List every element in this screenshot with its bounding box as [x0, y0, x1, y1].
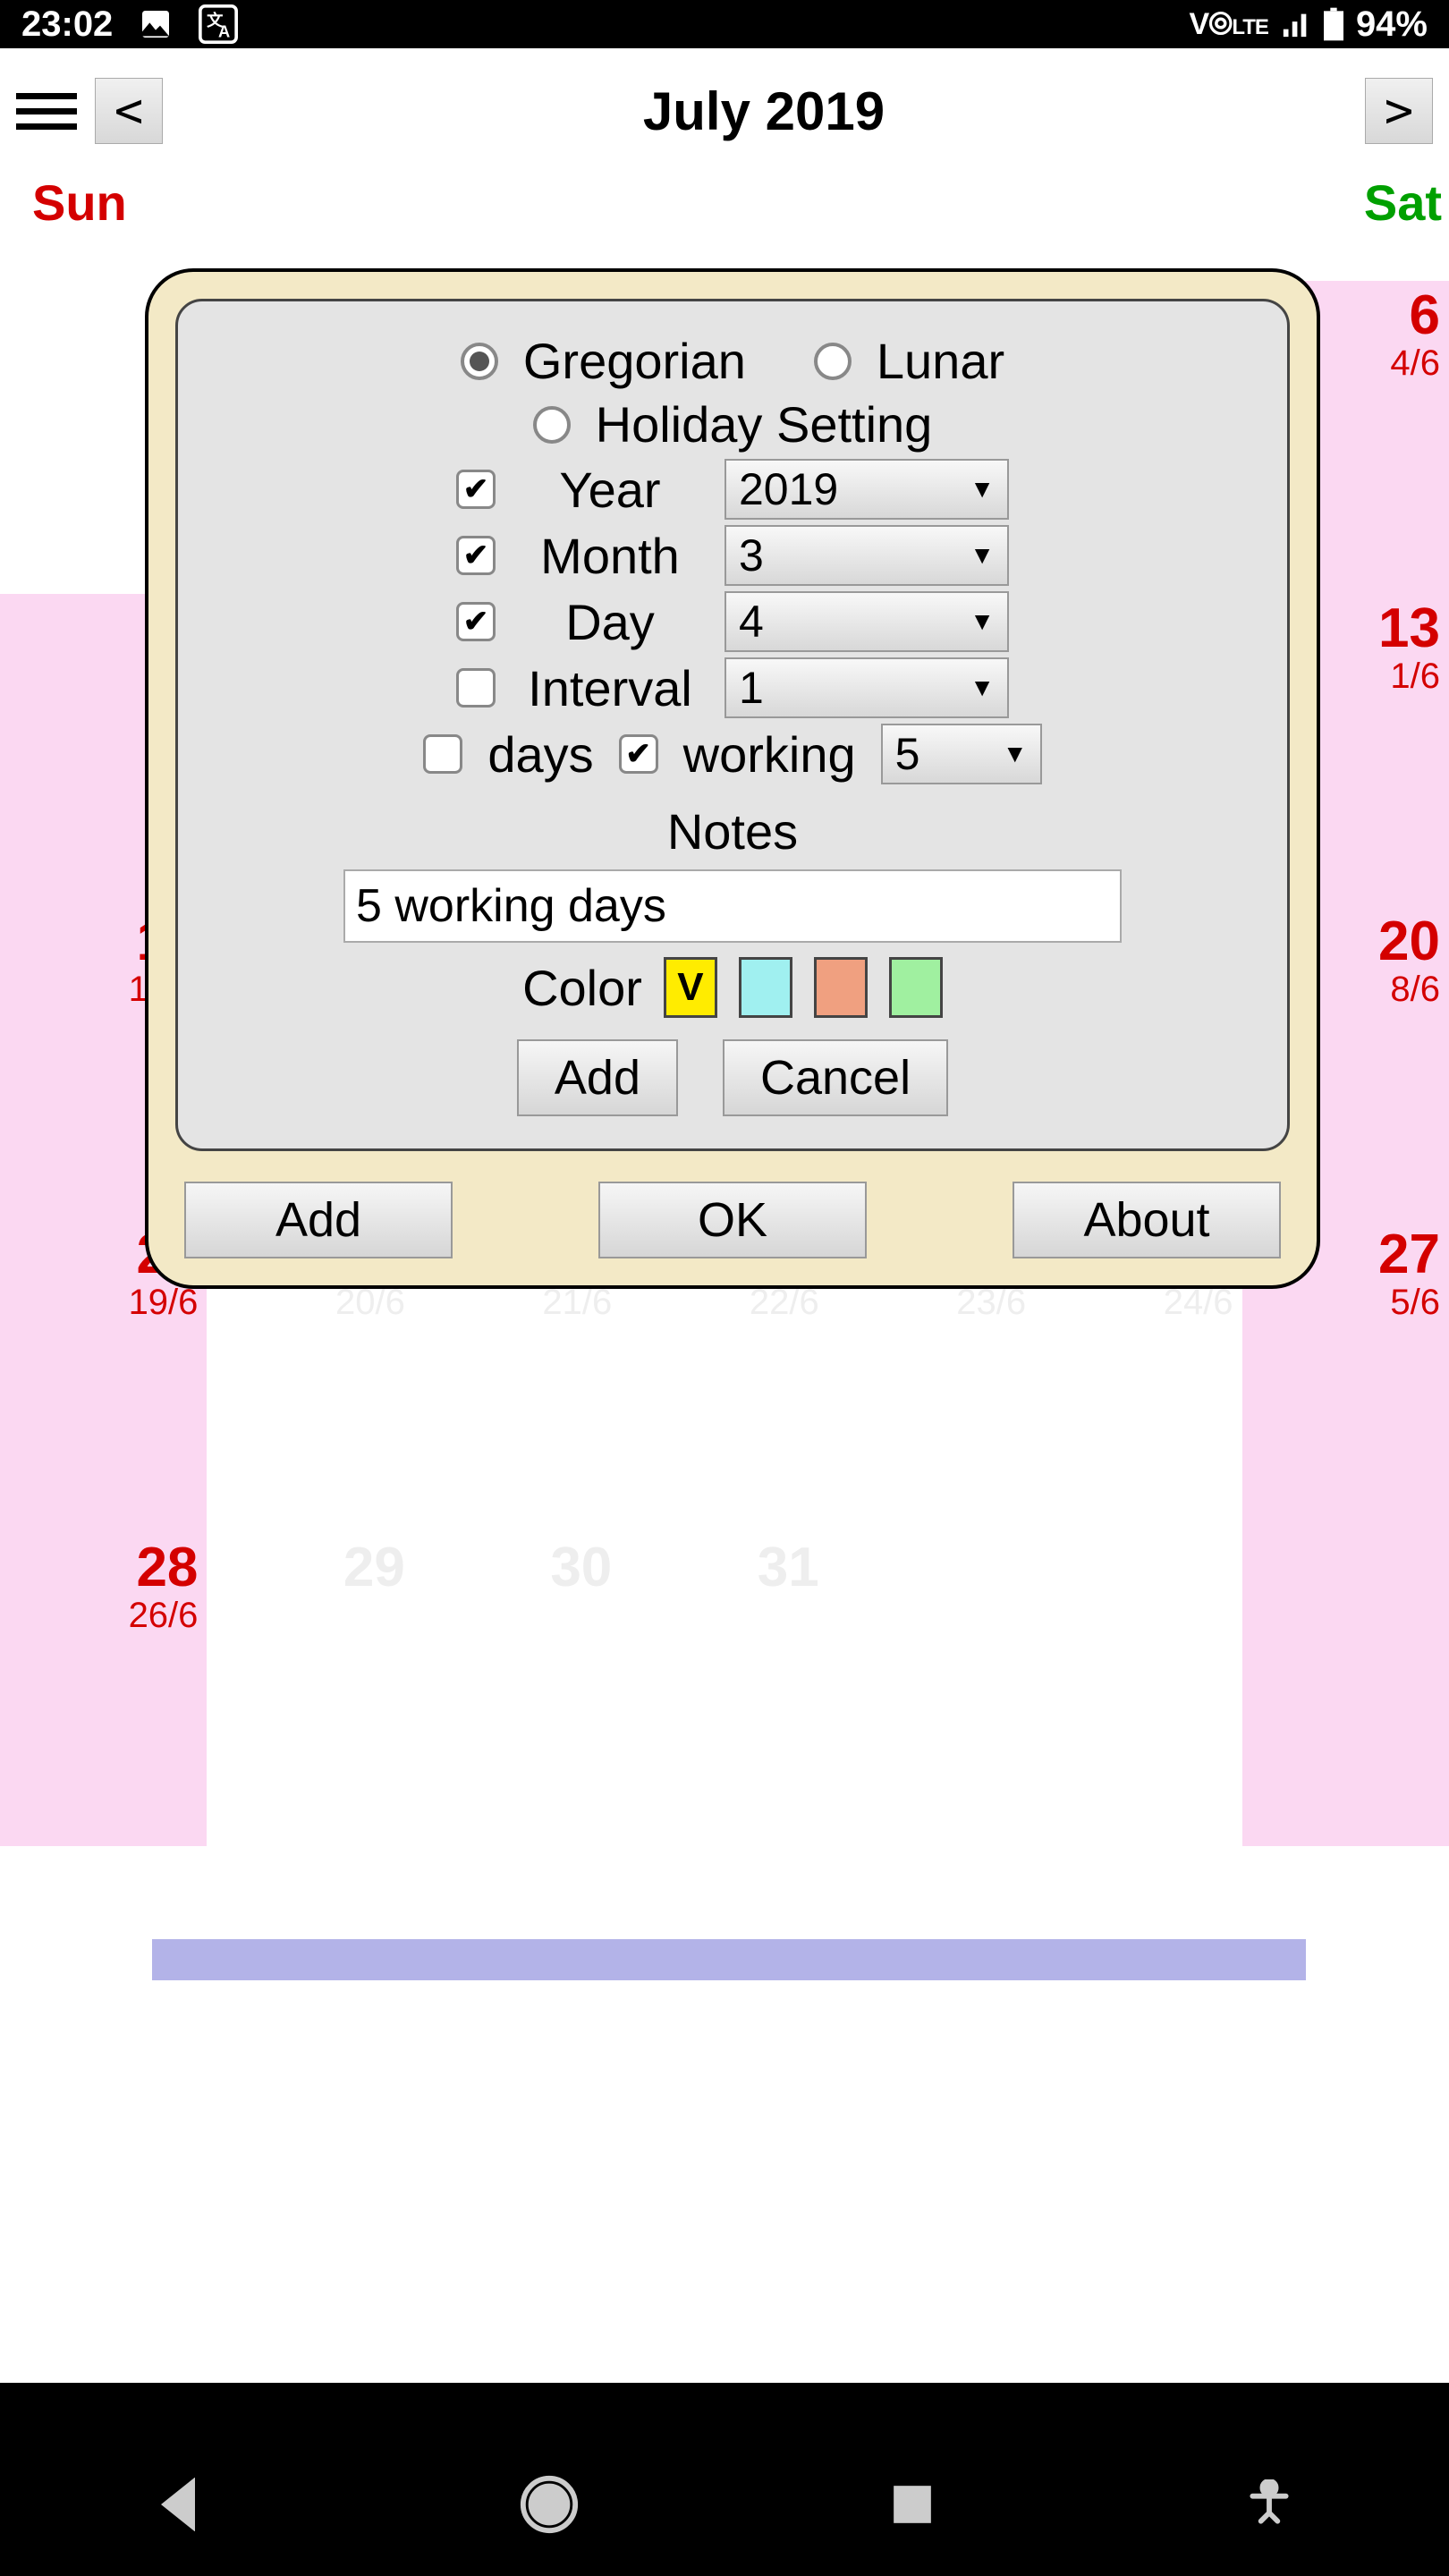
radio-gregorian[interactable]: [461, 343, 498, 380]
weekday-sun: Sun: [0, 174, 127, 232]
checkbox-days[interactable]: [423, 734, 462, 774]
purple-strip: [152, 1939, 1306, 1980]
prev-month-button[interactable]: <: [95, 78, 163, 144]
cal-cell[interactable]: [1035, 1533, 1241, 1846]
color-swatch-cyan[interactable]: [739, 957, 792, 1018]
dialog-ok-button[interactable]: OK: [598, 1182, 867, 1258]
checkbox-month[interactable]: [456, 536, 496, 575]
label-color: Color: [522, 959, 642, 1017]
menu-icon[interactable]: [16, 80, 77, 141]
dialog-about-button[interactable]: About: [1013, 1182, 1281, 1258]
android-navbar: [0, 2433, 1449, 2576]
next-month-button[interactable]: >: [1365, 78, 1433, 144]
checkbox-interval[interactable]: [456, 668, 496, 708]
battery-icon: [1324, 7, 1343, 41]
checkbox-year[interactable]: [456, 470, 496, 509]
label-days: days: [487, 725, 593, 784]
label-month: Month: [521, 527, 699, 585]
month-title: July 2019: [181, 80, 1347, 142]
select-interval[interactable]: 1: [724, 657, 1009, 718]
translate-icon: 文A: [199, 4, 238, 44]
cal-cell[interactable]: 2826/6: [0, 1533, 207, 1846]
label-gregorian: Gregorian: [523, 332, 746, 390]
accessibility-icon[interactable]: [1244, 2479, 1294, 2529]
svg-text:A: A: [218, 22, 230, 41]
color-swatch-salmon[interactable]: [814, 957, 868, 1018]
app-header: < July 2019 >: [0, 48, 1449, 174]
cal-cell[interactable]: 31: [621, 1533, 827, 1846]
cal-cell[interactable]: 30: [414, 1533, 621, 1846]
black-spacer: [0, 2383, 1449, 2433]
select-year[interactable]: 2019: [724, 459, 1009, 520]
radio-holiday[interactable]: [533, 406, 571, 444]
select-day[interactable]: 4: [724, 591, 1009, 652]
label-year: Year: [521, 461, 699, 519]
label-lunar: Lunar: [877, 332, 1004, 390]
image-icon: [138, 6, 174, 42]
event-dialog: Gregorian Lunar Holiday Setting Year 201…: [145, 268, 1320, 1289]
label-working: working: [683, 725, 856, 784]
label-notes: Notes: [199, 802, 1266, 860]
cal-cell[interactable]: 29: [207, 1533, 413, 1846]
android-status-bar: 23:02 文A V⦾LTE 94%: [0, 0, 1449, 48]
volte-icon: V⦾LTE: [1190, 7, 1268, 42]
cal-cell[interactable]: [828, 1533, 1035, 1846]
back-icon[interactable]: [155, 2478, 208, 2531]
checkbox-working[interactable]: [619, 734, 658, 774]
dialog-inner: Gregorian Lunar Holiday Setting Year 201…: [175, 299, 1290, 1151]
dialog-add-button[interactable]: Add: [184, 1182, 453, 1258]
signal-icon: [1281, 9, 1311, 39]
color-swatch-green[interactable]: [889, 957, 943, 1018]
weekday-sat: Sat: [1364, 174, 1449, 232]
cal-cell[interactable]: [1242, 1533, 1449, 1846]
radio-lunar[interactable]: [814, 343, 852, 380]
color-swatch-yellow[interactable]: V: [664, 957, 717, 1018]
inner-add-button[interactable]: Add: [517, 1039, 678, 1116]
label-interval: Interval: [521, 659, 699, 717]
label-holiday: Holiday Setting: [596, 395, 933, 453]
inner-cancel-button[interactable]: Cancel: [723, 1039, 948, 1116]
status-time: 23:02: [21, 4, 113, 45]
select-working[interactable]: 5: [881, 724, 1042, 784]
checkbox-day[interactable]: [456, 602, 496, 641]
label-day: Day: [521, 593, 699, 651]
recent-icon[interactable]: [890, 2482, 935, 2527]
home-icon[interactable]: [518, 2473, 580, 2536]
select-month[interactable]: 3: [724, 525, 1009, 586]
battery-percent: 94%: [1356, 4, 1428, 45]
notes-input[interactable]: [343, 869, 1122, 943]
